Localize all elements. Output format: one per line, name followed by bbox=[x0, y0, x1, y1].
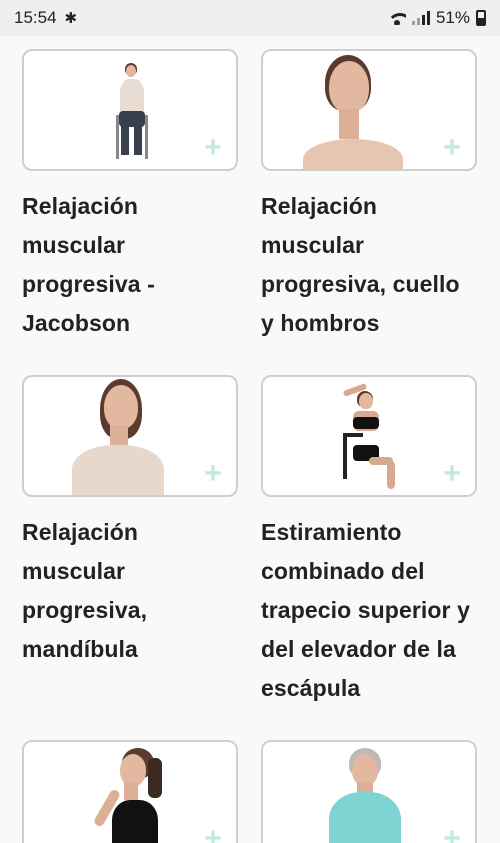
exercise-title[interactable]: Estiramiento combinado del trapecio supe… bbox=[261, 513, 477, 708]
exercise-title[interactable]: Relajación muscular progresiva - Jacobso… bbox=[22, 187, 238, 343]
exercise-card[interactable]: + Relajación muscular progresiva - Jacob… bbox=[22, 49, 238, 343]
woman-jaw-figure bbox=[72, 379, 172, 495]
exercise-grid: + Relajación muscular progresiva - Jacob… bbox=[0, 36, 500, 843]
exercise-thumbnail[interactable]: + bbox=[261, 740, 477, 843]
exercise-card[interactable]: + Relajación muscular progresiva, mandíb… bbox=[22, 375, 238, 669]
exercise-card[interactable]: + Estiramiento combinado del trapecio su… bbox=[261, 375, 477, 708]
add-icon[interactable]: + bbox=[202, 133, 224, 163]
woman-ponytail-figure bbox=[92, 748, 204, 843]
add-icon[interactable]: + bbox=[202, 459, 224, 489]
exercise-thumbnail[interactable]: + bbox=[22, 49, 238, 171]
older-woman-figure bbox=[325, 748, 415, 843]
bluetooth-icon: ✱ bbox=[64, 10, 78, 27]
add-icon[interactable]: + bbox=[202, 824, 224, 843]
exercise-card[interactable]: + bbox=[22, 740, 238, 843]
exercise-card[interactable]: + bbox=[261, 740, 477, 843]
exercise-card[interactable]: + Relajación muscular progresiva, cuello… bbox=[261, 49, 477, 343]
wifi-icon bbox=[387, 11, 406, 25]
add-icon[interactable]: + bbox=[441, 824, 463, 843]
signal-icon bbox=[411, 11, 430, 25]
exercise-title[interactable]: Relajación muscular progresiva, cuello y… bbox=[261, 187, 477, 343]
add-icon[interactable]: + bbox=[441, 133, 463, 163]
exercise-thumbnail[interactable]: + bbox=[261, 375, 477, 497]
add-icon[interactable]: + bbox=[441, 459, 463, 489]
exercise-thumbnail[interactable]: + bbox=[22, 740, 238, 843]
stretching-person-figure bbox=[323, 383, 413, 495]
battery-percent: 51% bbox=[435, 8, 470, 27]
exercise-title[interactable]: Relajación muscular progresiva, mandíbul… bbox=[22, 513, 238, 669]
status-time: 15:54 bbox=[14, 8, 57, 27]
exercise-thumbnail[interactable]: + bbox=[22, 375, 238, 497]
woman-neck-figure bbox=[303, 55, 433, 169]
seated-person-figure bbox=[112, 63, 152, 163]
battery-icon bbox=[476, 10, 486, 26]
exercise-thumbnail[interactable]: + bbox=[261, 49, 477, 171]
status-bar: 15:54 ✱ 51% bbox=[0, 0, 500, 36]
